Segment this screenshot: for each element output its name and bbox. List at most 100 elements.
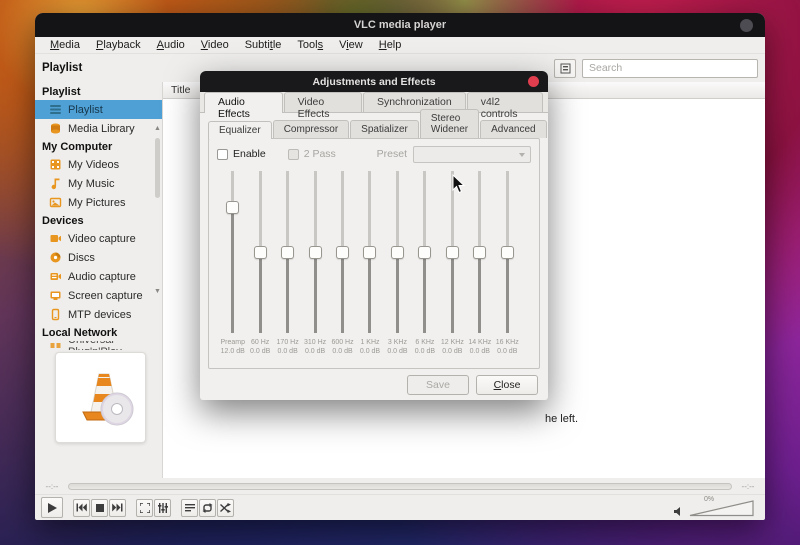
eq-band-gain: 0.0 dB [441, 347, 464, 356]
sidebar-item-my-videos[interactable]: My Videos [35, 155, 162, 174]
slider-handle[interactable] [501, 246, 514, 259]
sidebar-item-screen-capture[interactable]: Screen capture [35, 286, 162, 305]
menu-video[interactable]: Video [194, 38, 236, 52]
band-slider[interactable] [308, 171, 322, 333]
scroll-up-icon[interactable]: ▲ [153, 124, 162, 133]
fullscreen-icon [140, 503, 150, 513]
scrollbar-thumb[interactable] [155, 138, 160, 198]
subtab-stereo-widener[interactable]: Stereo Widener [420, 109, 479, 138]
sidebar-item-discs[interactable]: Discs [35, 248, 162, 267]
menu-help[interactable]: Help [372, 38, 409, 52]
menu-playback[interactable]: Playback [89, 38, 148, 52]
enable-checkbox[interactable] [217, 149, 228, 160]
preset-label: Preset [377, 148, 407, 160]
slider-handle[interactable] [281, 246, 294, 259]
sidebar-item-upnp[interactable]: Universal Plug'n'Play [35, 341, 162, 350]
extended-settings-button[interactable] [154, 499, 171, 517]
equalizer-sliders: Preamp 12.0 dB 60 Hz 0.0 dB [217, 163, 531, 366]
equalizer-icon [158, 503, 168, 513]
band-slider[interactable] [445, 171, 459, 333]
subtab-equalizer[interactable]: Equalizer [208, 121, 272, 139]
eq-band-name: 14 KHz [468, 338, 491, 347]
next-button[interactable] [109, 499, 126, 517]
sidebar-item-video-capture[interactable]: Video capture [35, 229, 162, 248]
slider-handle[interactable] [446, 246, 459, 259]
slider-handle[interactable] [309, 246, 322, 259]
two-pass-checkbox[interactable] [288, 149, 299, 160]
eq-band-gain: 0.0 dB [250, 347, 270, 356]
media-library-icon [49, 122, 62, 135]
sidebar-scrollbar[interactable]: ▲ ▼ [153, 138, 162, 282]
dialog-tabbar: Audio Effects Video Effects Synchronizat… [200, 92, 548, 113]
menu-tools[interactable]: Tools [290, 38, 330, 52]
save-button[interactable]: Save [407, 375, 469, 395]
sidebar-item-mtp-devices[interactable]: MTP devices [35, 305, 162, 324]
sidebar-item-my-music[interactable]: My Music [35, 174, 162, 193]
controls-bar: 0% [35, 494, 765, 520]
title-column-header[interactable]: Title [163, 84, 190, 96]
menu-subtitle[interactable]: Subtitle [238, 38, 289, 52]
subtab-compressor[interactable]: Compressor [273, 120, 349, 138]
dialog-close-button[interactable] [528, 76, 539, 87]
sidebar-section-devices: Devices [35, 212, 162, 229]
eq-slider-1khz: 1 KHz 0.0 dB [356, 171, 383, 366]
slider-handle[interactable] [254, 246, 267, 259]
slider-handle[interactable] [336, 246, 349, 259]
subtab-advanced[interactable]: Advanced [480, 120, 546, 138]
sidebar-section-my-computer: My Computer [35, 138, 162, 155]
previous-button[interactable] [73, 499, 90, 517]
playlist-dock-title: Playlist [42, 62, 82, 74]
preamp-slider[interactable] [226, 171, 240, 333]
menu-view[interactable]: View [332, 38, 370, 52]
tab-video-effects[interactable]: Video Effects [284, 92, 362, 112]
volume-wedge-icon[interactable] [689, 499, 755, 517]
close-button[interactable]: Close [476, 375, 538, 395]
window-close-button[interactable] [740, 19, 753, 32]
stop-button[interactable] [91, 499, 108, 517]
search-input[interactable] [582, 59, 758, 78]
loop-button[interactable] [199, 499, 216, 517]
band-slider[interactable] [336, 171, 350, 333]
volume-control[interactable]: 0% [674, 499, 759, 517]
previous-icon [76, 503, 87, 512]
band-slider[interactable] [281, 171, 295, 333]
tab-audio-effects[interactable]: Audio Effects [204, 92, 283, 113]
menu-audio[interactable]: Audio [150, 38, 192, 52]
my-pictures-icon [49, 196, 62, 209]
band-slider[interactable] [253, 171, 267, 333]
fullscreen-button[interactable] [136, 499, 153, 517]
scroll-down-icon[interactable]: ▼ [153, 287, 162, 296]
eq-slider-170hz: 170 Hz 0.0 dB [274, 171, 301, 366]
dialog-titlebar[interactable]: Adjustments and Effects [200, 71, 548, 92]
view-mode-button[interactable] [554, 59, 576, 78]
subtab-spatializer[interactable]: Spatializer [350, 120, 419, 138]
seek-slider[interactable] [68, 483, 732, 490]
sidebar-item-media-library[interactable]: Media Library [35, 119, 162, 138]
band-slider[interactable] [500, 171, 514, 333]
slider-handle[interactable] [391, 246, 404, 259]
seek-row: --:-- --:-- [35, 478, 765, 494]
sidebar-item-audio-capture[interactable]: Audio capture [35, 267, 162, 286]
random-button[interactable] [217, 499, 234, 517]
slider-handle[interactable] [418, 246, 431, 259]
playlist-toggle-button[interactable] [181, 499, 198, 517]
eq-slider-preamp: Preamp 12.0 dB [219, 171, 246, 366]
window-titlebar[interactable]: VLC media player [35, 13, 765, 37]
speaker-icon [674, 506, 683, 517]
sidebar-item-playlist[interactable]: Playlist [35, 100, 162, 119]
eq-band-gain: 0.0 dB [331, 347, 353, 356]
band-slider[interactable] [390, 171, 404, 333]
menu-media[interactable]: Media [43, 38, 87, 52]
eq-slider-310hz: 310 Hz 0.0 dB [301, 171, 328, 366]
slider-handle[interactable] [473, 246, 486, 259]
band-slider[interactable] [363, 171, 377, 333]
band-slider[interactable] [473, 171, 487, 333]
slider-handle[interactable] [363, 246, 376, 259]
eq-band-name: 600 Hz [331, 338, 353, 347]
eq-slider-12khz: 12 KHz 0.0 dB [439, 171, 466, 366]
preset-dropdown[interactable] [413, 146, 531, 163]
slider-handle[interactable] [226, 201, 239, 214]
play-button[interactable] [41, 497, 63, 518]
sidebar-item-my-pictures[interactable]: My Pictures [35, 193, 162, 212]
band-slider[interactable] [418, 171, 432, 333]
